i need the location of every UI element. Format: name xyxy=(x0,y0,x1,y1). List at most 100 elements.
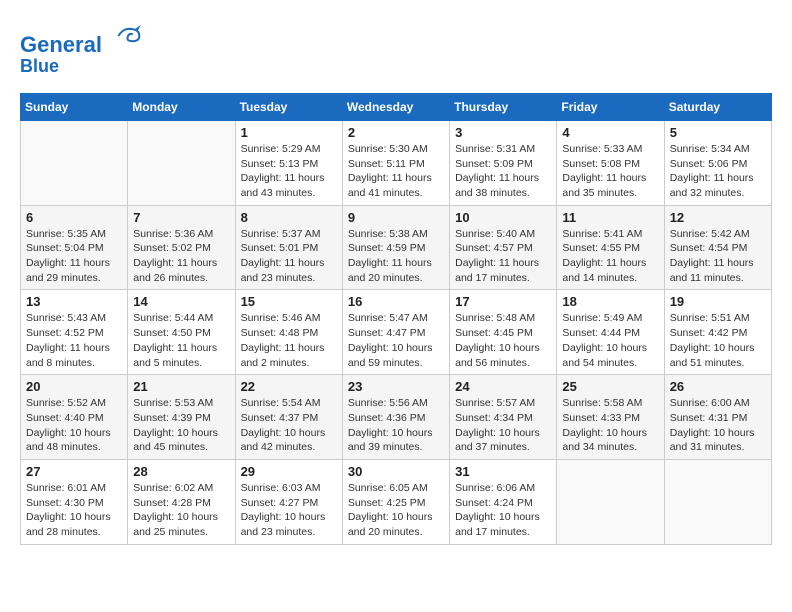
day-info: Sunrise: 5:31 AMSunset: 5:09 PMDaylight:… xyxy=(455,142,551,201)
day-number: 4 xyxy=(562,125,658,140)
calendar-cell: 5 Sunrise: 5:34 AMSunset: 5:06 PMDayligh… xyxy=(664,120,771,205)
day-number: 10 xyxy=(455,210,551,225)
calendar-cell: 1 Sunrise: 5:29 AMSunset: 5:13 PMDayligh… xyxy=(235,120,342,205)
calendar-cell: 31 Sunrise: 6:06 AMSunset: 4:24 PMDaylig… xyxy=(450,459,557,544)
day-number: 3 xyxy=(455,125,551,140)
day-number: 24 xyxy=(455,379,551,394)
calendar-cell: 6 Sunrise: 5:35 AMSunset: 5:04 PMDayligh… xyxy=(21,205,128,290)
day-number: 8 xyxy=(241,210,337,225)
day-number: 16 xyxy=(348,294,444,309)
day-number: 11 xyxy=(562,210,658,225)
logo-text: General xyxy=(20,20,144,57)
day-info: Sunrise: 5:46 AMSunset: 4:48 PMDaylight:… xyxy=(241,311,337,370)
page-header: General Blue xyxy=(20,20,772,77)
day-info: Sunrise: 5:47 AMSunset: 4:47 PMDaylight:… xyxy=(348,311,444,370)
day-number: 15 xyxy=(241,294,337,309)
day-info: Sunrise: 5:57 AMSunset: 4:34 PMDaylight:… xyxy=(455,396,551,455)
calendar-cell: 12 Sunrise: 5:42 AMSunset: 4:54 PMDaylig… xyxy=(664,205,771,290)
day-info: Sunrise: 5:53 AMSunset: 4:39 PMDaylight:… xyxy=(133,396,229,455)
calendar-table: SundayMondayTuesdayWednesdayThursdayFrid… xyxy=(20,93,772,545)
calendar-cell xyxy=(21,120,128,205)
day-number: 30 xyxy=(348,464,444,479)
calendar-cell: 13 Sunrise: 5:43 AMSunset: 4:52 PMDaylig… xyxy=(21,290,128,375)
weekday-header-sunday: Sunday xyxy=(21,93,128,120)
day-number: 23 xyxy=(348,379,444,394)
day-info: Sunrise: 5:48 AMSunset: 4:45 PMDaylight:… xyxy=(455,311,551,370)
day-number: 29 xyxy=(241,464,337,479)
day-number: 26 xyxy=(670,379,766,394)
calendar-cell: 14 Sunrise: 5:44 AMSunset: 4:50 PMDaylig… xyxy=(128,290,235,375)
calendar-cell xyxy=(128,120,235,205)
logo-text2: Blue xyxy=(20,57,144,77)
calendar-cell: 25 Sunrise: 5:58 AMSunset: 4:33 PMDaylig… xyxy=(557,375,664,460)
weekday-header-friday: Friday xyxy=(557,93,664,120)
calendar-week-1: 1 Sunrise: 5:29 AMSunset: 5:13 PMDayligh… xyxy=(21,120,772,205)
weekday-header-monday: Monday xyxy=(128,93,235,120)
calendar-cell: 17 Sunrise: 5:48 AMSunset: 4:45 PMDaylig… xyxy=(450,290,557,375)
weekday-header-tuesday: Tuesday xyxy=(235,93,342,120)
day-number: 18 xyxy=(562,294,658,309)
day-info: Sunrise: 5:38 AMSunset: 4:59 PMDaylight:… xyxy=(348,227,444,286)
day-info: Sunrise: 5:37 AMSunset: 5:01 PMDaylight:… xyxy=(241,227,337,286)
calendar-cell xyxy=(664,459,771,544)
day-info: Sunrise: 5:44 AMSunset: 4:50 PMDaylight:… xyxy=(133,311,229,370)
calendar-cell: 22 Sunrise: 5:54 AMSunset: 4:37 PMDaylig… xyxy=(235,375,342,460)
day-info: Sunrise: 5:40 AMSunset: 4:57 PMDaylight:… xyxy=(455,227,551,286)
calendar-cell: 30 Sunrise: 6:05 AMSunset: 4:25 PMDaylig… xyxy=(342,459,449,544)
weekday-header-row: SundayMondayTuesdayWednesdayThursdayFrid… xyxy=(21,93,772,120)
calendar-cell: 24 Sunrise: 5:57 AMSunset: 4:34 PMDaylig… xyxy=(450,375,557,460)
day-info: Sunrise: 5:33 AMSunset: 5:08 PMDaylight:… xyxy=(562,142,658,201)
day-info: Sunrise: 5:52 AMSunset: 4:40 PMDaylight:… xyxy=(26,396,122,455)
calendar-cell: 10 Sunrise: 5:40 AMSunset: 4:57 PMDaylig… xyxy=(450,205,557,290)
day-info: Sunrise: 5:43 AMSunset: 4:52 PMDaylight:… xyxy=(26,311,122,370)
calendar-cell: 4 Sunrise: 5:33 AMSunset: 5:08 PMDayligh… xyxy=(557,120,664,205)
day-number: 27 xyxy=(26,464,122,479)
day-number: 20 xyxy=(26,379,122,394)
calendar-cell xyxy=(557,459,664,544)
day-info: Sunrise: 5:29 AMSunset: 5:13 PMDaylight:… xyxy=(241,142,337,201)
day-number: 13 xyxy=(26,294,122,309)
day-number: 22 xyxy=(241,379,337,394)
day-info: Sunrise: 5:51 AMSunset: 4:42 PMDaylight:… xyxy=(670,311,766,370)
calendar-week-3: 13 Sunrise: 5:43 AMSunset: 4:52 PMDaylig… xyxy=(21,290,772,375)
day-info: Sunrise: 5:36 AMSunset: 5:02 PMDaylight:… xyxy=(133,227,229,286)
day-number: 28 xyxy=(133,464,229,479)
calendar-cell: 28 Sunrise: 6:02 AMSunset: 4:28 PMDaylig… xyxy=(128,459,235,544)
calendar-week-5: 27 Sunrise: 6:01 AMSunset: 4:30 PMDaylig… xyxy=(21,459,772,544)
weekday-header-wednesday: Wednesday xyxy=(342,93,449,120)
day-number: 9 xyxy=(348,210,444,225)
day-info: Sunrise: 6:00 AMSunset: 4:31 PMDaylight:… xyxy=(670,396,766,455)
day-info: Sunrise: 6:02 AMSunset: 4:28 PMDaylight:… xyxy=(133,481,229,540)
calendar-cell: 11 Sunrise: 5:41 AMSunset: 4:55 PMDaylig… xyxy=(557,205,664,290)
day-number: 21 xyxy=(133,379,229,394)
day-info: Sunrise: 5:58 AMSunset: 4:33 PMDaylight:… xyxy=(562,396,658,455)
day-info: Sunrise: 5:49 AMSunset: 4:44 PMDaylight:… xyxy=(562,311,658,370)
day-number: 12 xyxy=(670,210,766,225)
calendar-cell: 15 Sunrise: 5:46 AMSunset: 4:48 PMDaylig… xyxy=(235,290,342,375)
day-number: 1 xyxy=(241,125,337,140)
calendar-cell: 9 Sunrise: 5:38 AMSunset: 4:59 PMDayligh… xyxy=(342,205,449,290)
day-number: 5 xyxy=(670,125,766,140)
calendar-cell: 19 Sunrise: 5:51 AMSunset: 4:42 PMDaylig… xyxy=(664,290,771,375)
day-info: Sunrise: 6:06 AMSunset: 4:24 PMDaylight:… xyxy=(455,481,551,540)
calendar-cell: 8 Sunrise: 5:37 AMSunset: 5:01 PMDayligh… xyxy=(235,205,342,290)
day-number: 19 xyxy=(670,294,766,309)
calendar-cell: 7 Sunrise: 5:36 AMSunset: 5:02 PMDayligh… xyxy=(128,205,235,290)
day-info: Sunrise: 6:03 AMSunset: 4:27 PMDaylight:… xyxy=(241,481,337,540)
day-info: Sunrise: 6:05 AMSunset: 4:25 PMDaylight:… xyxy=(348,481,444,540)
calendar-cell: 20 Sunrise: 5:52 AMSunset: 4:40 PMDaylig… xyxy=(21,375,128,460)
day-number: 2 xyxy=(348,125,444,140)
calendar-week-2: 6 Sunrise: 5:35 AMSunset: 5:04 PMDayligh… xyxy=(21,205,772,290)
calendar-week-4: 20 Sunrise: 5:52 AMSunset: 4:40 PMDaylig… xyxy=(21,375,772,460)
day-info: Sunrise: 5:41 AMSunset: 4:55 PMDaylight:… xyxy=(562,227,658,286)
day-number: 7 xyxy=(133,210,229,225)
day-info: Sunrise: 5:35 AMSunset: 5:04 PMDaylight:… xyxy=(26,227,122,286)
logo-bird-icon xyxy=(112,20,144,52)
day-number: 31 xyxy=(455,464,551,479)
day-info: Sunrise: 5:34 AMSunset: 5:06 PMDaylight:… xyxy=(670,142,766,201)
calendar-cell: 23 Sunrise: 5:56 AMSunset: 4:36 PMDaylig… xyxy=(342,375,449,460)
calendar-cell: 3 Sunrise: 5:31 AMSunset: 5:09 PMDayligh… xyxy=(450,120,557,205)
logo: General Blue xyxy=(20,20,144,77)
day-number: 14 xyxy=(133,294,229,309)
day-number: 6 xyxy=(26,210,122,225)
